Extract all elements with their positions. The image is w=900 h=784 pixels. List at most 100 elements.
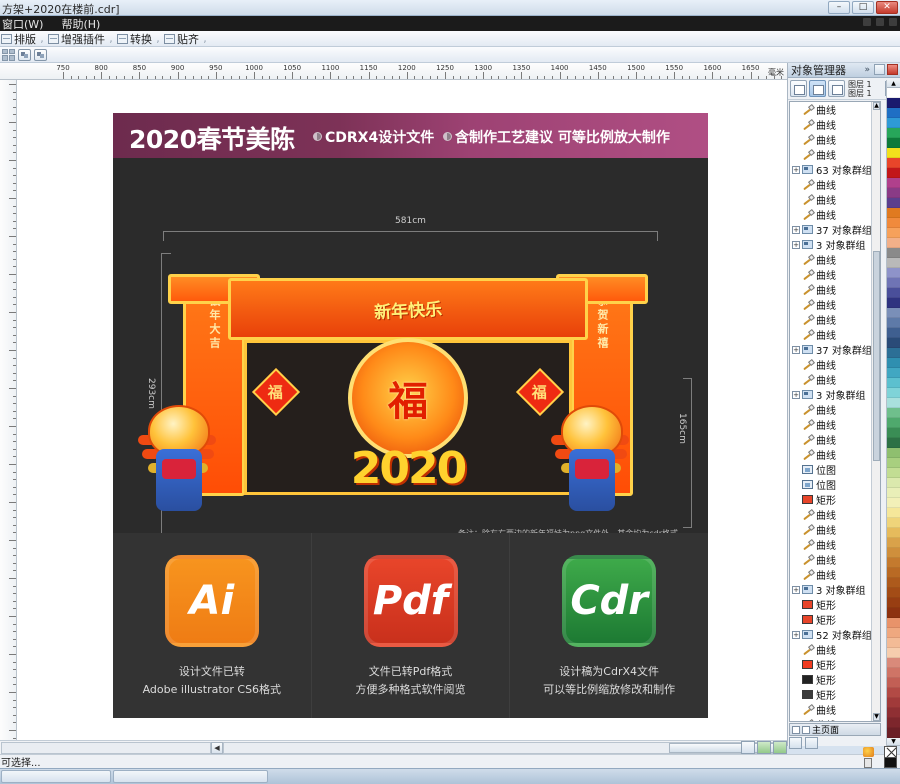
object-list-item[interactable]: 曲线 (790, 417, 880, 432)
horizontal-scrollbar-area[interactable]: ◀ (0, 740, 787, 754)
palette-swatch[interactable] (887, 148, 900, 158)
object-list-item[interactable]: 曲线 (790, 177, 880, 192)
outline-color-swatch[interactable] (863, 747, 874, 757)
document-window-controls[interactable] (863, 18, 897, 26)
palette-swatch[interactable] (887, 128, 900, 138)
transform-icon[interactable] (34, 48, 47, 61)
palette-swatch[interactable] (887, 648, 900, 658)
object-list-item[interactable]: 曲线 (790, 357, 880, 372)
object-list-item[interactable]: 曲线 (790, 147, 880, 162)
palette-swatch[interactable] (887, 178, 900, 188)
object-list-item[interactable]: 曲线 (790, 132, 880, 147)
palette-swatch[interactable] (887, 258, 900, 268)
palette-scroll-down[interactable]: ▼ (887, 738, 900, 746)
distribute-icon[interactable] (18, 48, 31, 61)
object-list-item[interactable]: 曲线 (790, 252, 880, 267)
object-list-item[interactable]: 曲线 (790, 372, 880, 387)
palette-swatch[interactable] (887, 538, 900, 548)
object-list-item[interactable]: 曲线 (790, 447, 880, 462)
palette-swatch[interactable] (887, 638, 900, 648)
object-list-item[interactable]: 位图 (790, 462, 880, 477)
palette-swatch[interactable] (887, 488, 900, 498)
close-button[interactable]: ✕ (876, 1, 898, 14)
object-list-item[interactable]: 曲线 (790, 297, 880, 312)
chevron-double-right-icon[interactable]: » (864, 65, 870, 75)
object-list-item[interactable]: 曲线 (790, 267, 880, 282)
palette-swatch[interactable] (887, 368, 900, 378)
palette-swatch[interactable] (887, 708, 900, 718)
palette-swatch[interactable] (887, 338, 900, 348)
palette-swatch[interactable] (887, 378, 900, 388)
palette-swatch[interactable] (887, 298, 900, 308)
palette-swatch[interactable] (887, 518, 900, 528)
palette-swatch[interactable] (887, 98, 900, 108)
palette-swatch[interactable] (887, 88, 900, 98)
object-list-item[interactable]: 曲线 (790, 192, 880, 207)
palette-swatch[interactable] (887, 698, 900, 708)
layer-manager-view-button[interactable] (828, 80, 845, 97)
palette-swatch[interactable] (887, 678, 900, 688)
palette-swatch[interactable] (887, 218, 900, 228)
toolbar-group-layout[interactable]: 排版 (1, 31, 36, 47)
object-list-item[interactable]: 矩形 (790, 657, 880, 672)
palette-swatch[interactable] (887, 428, 900, 438)
fill-outline-status[interactable] (862, 746, 898, 768)
object-list-item[interactable]: 曲线 (790, 567, 880, 582)
palette-swatch[interactable] (887, 348, 900, 358)
docker-close-button[interactable] (887, 64, 898, 75)
object-list-item[interactable]: 曲线 (790, 522, 880, 537)
palette-swatch[interactable] (887, 478, 900, 488)
palette-swatch[interactable] (887, 438, 900, 448)
object-list-item[interactable]: 矩形 (790, 612, 880, 627)
palette-swatch[interactable] (887, 268, 900, 278)
palette-swatch[interactable] (887, 528, 900, 538)
palette-swatch[interactable] (887, 388, 900, 398)
palette-swatch[interactable] (887, 198, 900, 208)
object-list-item[interactable]: 位图 (790, 477, 880, 492)
color-palette[interactable]: ▲ ▼ (886, 80, 900, 746)
object-list-item[interactable]: 曲线 (790, 327, 880, 342)
toolbar-group-snap[interactable]: 贴齐 (164, 31, 199, 47)
expand-page-icon[interactable] (792, 725, 800, 734)
object-list-item[interactable]: 曲线 (790, 282, 880, 297)
palette-swatch[interactable] (887, 718, 900, 728)
scroll-thumb[interactable] (873, 250, 880, 461)
object-list-item[interactable]: +3 对象群组 (790, 237, 880, 252)
palette-swatch[interactable] (887, 138, 900, 148)
palette-swatch[interactable] (887, 548, 900, 558)
object-list-item[interactable]: 矩形 (790, 687, 880, 702)
object-list-item[interactable]: 曲线 (790, 552, 880, 567)
drawing-canvas[interactable]: 2020春节美陈 CDRX4设计文件 含制作工艺建议 可等比例放大制作 581c… (17, 80, 787, 746)
object-list-item[interactable]: 曲线 (790, 702, 880, 717)
object-list-item[interactable]: 曲线 (790, 207, 880, 222)
palette-swatch[interactable] (887, 578, 900, 588)
palette-swatch[interactable] (887, 608, 900, 618)
palette-swatch[interactable] (887, 448, 900, 458)
palette-swatch[interactable] (887, 188, 900, 198)
zoom-icon[interactable] (741, 741, 755, 754)
menu-item-help[interactable]: 帮助(H) (61, 16, 100, 32)
palette-swatch[interactable] (887, 558, 900, 568)
palette-swatch[interactable] (887, 418, 900, 428)
palette-swatch[interactable] (887, 728, 900, 738)
palette-swatch[interactable] (887, 118, 900, 128)
object-list-item[interactable]: 曲线 (790, 402, 880, 417)
object-list-item[interactable]: +52 对象群组 (790, 627, 880, 642)
object-list-item[interactable]: 曲线 (790, 507, 880, 522)
object-list-item[interactable]: 曲线 (790, 432, 880, 447)
expand-toggle-icon[interactable]: + (792, 630, 800, 639)
page-tab-strip[interactable] (1, 741, 211, 754)
palette-swatch[interactable] (887, 278, 900, 288)
new-master-layer-button[interactable] (805, 737, 818, 749)
object-list[interactable]: 曲线 曲线 曲线 曲线 +63 对象群组 曲线 曲线 曲线 +37 对象群组 +3 对象群组 曲线曲… (789, 101, 881, 722)
palette-swatch[interactable] (887, 328, 900, 338)
expand-toggle-icon[interactable]: + (792, 585, 800, 594)
minimize-button[interactable]: – (828, 1, 850, 14)
object-list-item[interactable]: 曲线 (790, 642, 880, 657)
show-object-properties-button[interactable] (790, 80, 807, 97)
object-list-item[interactable]: 曲线 (790, 312, 880, 327)
palette-swatch[interactable] (887, 628, 900, 638)
taskbar-item-1[interactable] (1, 770, 111, 783)
palette-swatch[interactable] (887, 568, 900, 578)
gate-artwork[interactable]: 鼠年大吉 恭贺新禧 新年快乐 福 福 福 2020 (138, 274, 703, 581)
